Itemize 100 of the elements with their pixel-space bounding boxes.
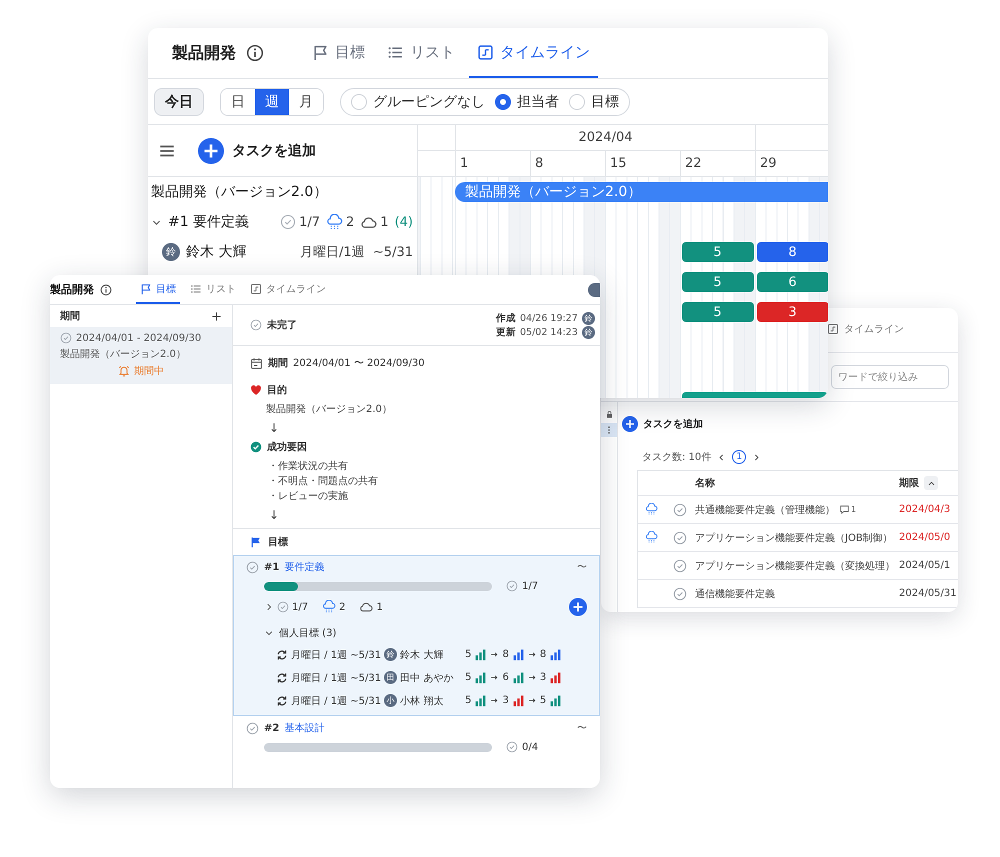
week-label: 22	[685, 156, 702, 171]
due-text: 〜	[577, 561, 587, 574]
goal-link[interactable]: 要件定義	[284, 560, 324, 574]
goal-name: #1 要件定義	[168, 213, 250, 231]
view-tab[interactable]: 目標	[136, 275, 180, 304]
plus-icon	[622, 416, 638, 432]
rain-count: 2	[339, 602, 346, 612]
info-icon[interactable]	[100, 284, 112, 296]
avatar-icon	[588, 282, 600, 296]
period-item[interactable]: 2024/04/01 - 2024/09/30 製品開発（バージョン2.0） 期間中	[50, 327, 232, 384]
column-header: 期間	[60, 310, 80, 323]
scale-button[interactable]: 週	[255, 88, 289, 114]
check-circle-icon	[277, 601, 289, 613]
check-circle-icon[interactable]	[246, 722, 259, 734]
field-label: 目的	[267, 384, 287, 397]
gantt-bar: 5	[682, 272, 754, 292]
section-heading: 目標	[268, 536, 288, 549]
week-label: 15	[610, 156, 627, 171]
check-circle-icon[interactable]	[246, 560, 259, 574]
search-field[interactable]: ワードで絞り込み	[831, 365, 949, 389]
task-name[interactable]: 共通機能要件定義（管理機能）	[695, 502, 835, 516]
check-circle-icon[interactable]	[673, 502, 687, 516]
repeat-icon	[276, 648, 288, 660]
avatar-icon: 鈴	[582, 312, 595, 324]
period-value: 2024/04/01 〜 2024/09/30	[293, 357, 425, 370]
add-button-icon[interactable]	[569, 598, 587, 616]
rain-cloud-icon	[326, 214, 344, 230]
schedule-text: 月曜日 / 1週 ~5/31	[291, 694, 382, 708]
radio-label[interactable]: グルーピングなし	[373, 92, 485, 110]
schedule-text: 月曜日 / 1週 ~5/31	[291, 648, 382, 662]
level-value: 8	[502, 649, 509, 660]
member-name: 田中 あやか	[400, 672, 454, 684]
field-label: 期間	[268, 356, 288, 370]
schedule-text: 月曜日 / 1週 ~5/31	[291, 672, 382, 684]
status-label: 期間中	[134, 364, 164, 378]
goal-number: #2	[264, 722, 280, 734]
avatar-icon: 小	[384, 694, 398, 707]
view-tab[interactable]: タイムライン	[246, 275, 330, 304]
goal-card[interactable]: #1 要件定義 〜 1/7 1/7 2 1 個人目標 (3) 月曜日 / 1週 ~5/31 鈴 鈴木 大輝 5 8 8 月曜日 / 1週 ~5/31 田 田中 あやか 5 6 3 月曜日 / 1週 ~5/31 小 小林 翔太 5 3 5	[233, 555, 600, 716]
plus-icon[interactable]	[211, 310, 222, 322]
goal-link[interactable]: 基本設計	[284, 721, 324, 735]
level-value: 5	[465, 672, 472, 683]
comment-count: 1	[851, 505, 856, 514]
view-tab[interactable]: リスト	[186, 275, 240, 304]
check-circle-icon[interactable]	[673, 586, 687, 600]
task-name[interactable]: アプリケーション機能要件定義（変換処理）	[695, 558, 895, 572]
view-tab[interactable]: タイムライン	[469, 28, 598, 78]
view-tab[interactable]: リスト	[379, 28, 463, 78]
rain-count: 2	[346, 214, 354, 230]
task-name[interactable]: アプリケーション機能要件定義（JOB制御）	[695, 530, 893, 544]
purpose-text: 製品開発（バージョン2.0）	[265, 402, 393, 416]
level-value: 3	[502, 695, 509, 706]
task-name[interactable]: 通信機能要件定義	[695, 586, 775, 600]
timestamp: 04/26 19:27	[520, 312, 578, 324]
check-circle-icon[interactable]	[673, 558, 687, 572]
done-count: 1/7	[292, 602, 308, 612]
info-icon[interactable]	[246, 44, 264, 62]
week-label: 1	[460, 156, 468, 171]
chevron-right-icon[interactable]	[752, 452, 762, 462]
bullet-item: ・レビューの実施	[268, 490, 349, 503]
level-value: 5	[465, 649, 472, 660]
calendar-icon	[250, 356, 263, 370]
gantt-bar: 3	[756, 302, 828, 322]
bullet-item: ・作業状況の共有	[268, 460, 349, 473]
period-name: 製品開発（バージョン2.0）	[60, 348, 187, 361]
page-button[interactable]: 1	[732, 450, 746, 464]
check-circle-icon	[60, 332, 72, 344]
today-button[interactable]: 今日	[154, 88, 204, 116]
level-value: 5	[540, 695, 546, 706]
goal-card[interactable]: #2 基本設計 〜 0/4	[233, 716, 600, 760]
done-count: 1/7	[522, 580, 538, 592]
flag-icon	[250, 536, 262, 548]
check-circle-icon[interactable]	[673, 530, 687, 544]
done-count: 0/4	[522, 742, 538, 752]
add-task-button[interactable]: タスクを追加	[198, 138, 316, 164]
down-arrow: ↓	[269, 508, 280, 522]
add-task-button[interactable]: タスクを追加	[622, 416, 703, 432]
radio-label[interactable]: 目標	[591, 92, 619, 110]
view-tab[interactable]: 目標	[304, 28, 373, 78]
check-circle-icon[interactable]	[250, 319, 262, 331]
check-circle-icon	[506, 741, 518, 753]
member-count: (4)	[394, 214, 413, 230]
deadline-date: 2024/04/3	[899, 504, 952, 515]
flag-icon	[312, 44, 329, 60]
section-label[interactable]: 個人目標 (3)	[279, 626, 336, 640]
avatar-icon: 鈴	[582, 326, 595, 338]
radio-button[interactable]	[495, 94, 511, 110]
column-header[interactable]: 期限	[899, 476, 919, 490]
radio-label[interactable]: 担当者	[517, 92, 559, 110]
arrow-icon	[528, 650, 537, 659]
sort-button[interactable]	[924, 476, 938, 490]
view-tab[interactable]: タイムライン	[827, 308, 904, 353]
field-label: 成功要因	[267, 440, 307, 454]
arrow-icon	[490, 650, 500, 659]
gantt-bar: 製品開発（バージョン2.0）	[455, 182, 828, 202]
window-title: 製品開発	[172, 42, 236, 64]
lock-icon[interactable]	[604, 410, 614, 419]
arrow-icon	[490, 673, 500, 682]
member-name: 鈴木 大輝	[400, 648, 444, 662]
flag-icon	[140, 282, 152, 294]
